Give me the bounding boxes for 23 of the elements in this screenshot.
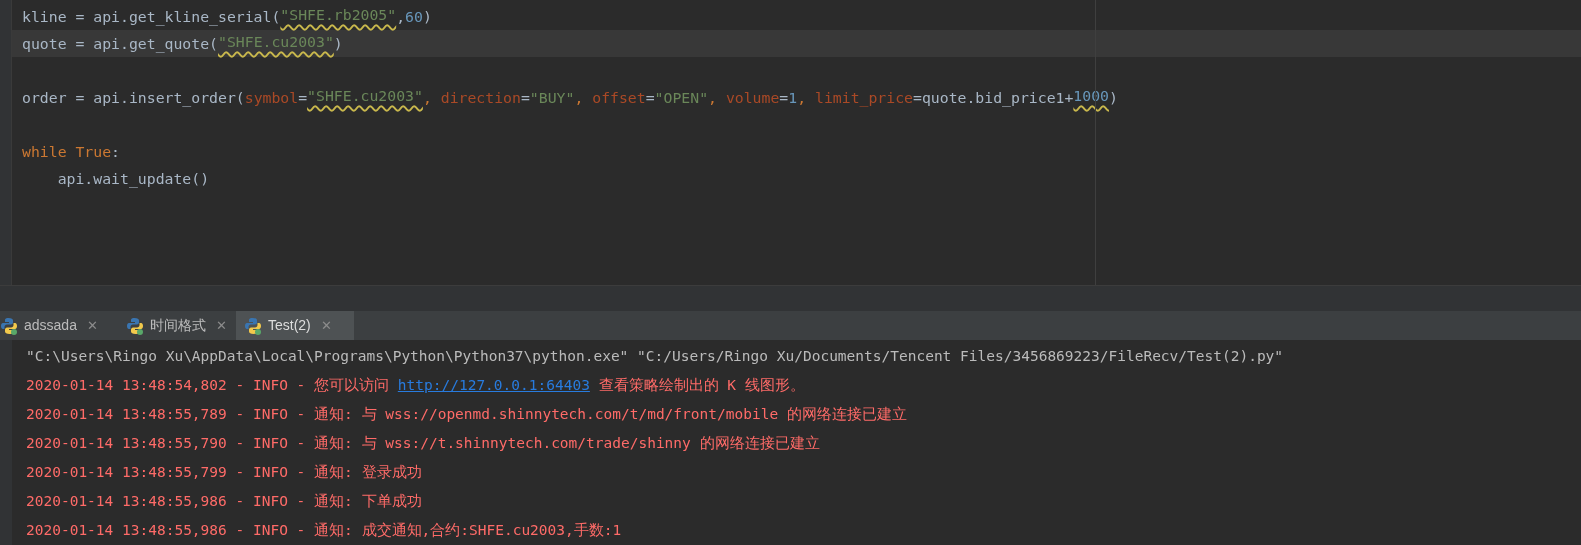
console-line: 2020-01-14 13:48:55,790 - INFO - 通知: 与 wss://t.shinnytech.com/trade/shinny 的网络连接已建立 (26, 434, 821, 453)
console-line: 2020-01-14 13:48:55,799 - INFO - 通知: 登录成功 (26, 463, 423, 482)
python-icon (244, 316, 262, 335)
code-line: api.wait_update() (56, 170, 210, 187)
console-line: 2020-01-14 13:48:55,986 - INFO - 通知: 成交通知,合约:SHFE.cu2003,手数:1 (26, 521, 623, 540)
code-line: kline = api.get_kline_serial("SHFE.rb2005",60) (22, 8, 432, 25)
code-editor[interactable] (0, 0, 1581, 285)
code-line: quote = api.get_quote("SHFE.cu2003") (22, 35, 343, 52)
python-icon (126, 316, 144, 335)
code-line: while True: (22, 143, 120, 160)
console-line: "C:\Users\Ringo Xu\AppData\Local\Programs\Python\Python37\python.exe" "C:/Users/Ringo Xu/Documents/Tencent Files/3456869223/FileRecv/Test(2).py" (26, 347, 1285, 366)
run-tab[interactable]: adssada ✕ (0, 311, 118, 340)
console-line: 2020-01-14 13:48:55,789 - INFO - 通知: 与 wss://openmd.shinnytech.com/t/md/front/mobile 的网络连接已建立 (26, 405, 908, 424)
close-icon[interactable]: ✕ (86, 315, 98, 336)
code-line: order = api.insert_order(symbol="SHFE.cu2003", direction="BUY", offset="OPEN", volume=1, limit_price=quote.bid_price1+1000) (22, 89, 1118, 106)
url-link[interactable]: http://127.0.0.1:64403 (397, 377, 590, 393)
console-line: 2020-01-14 13:48:55,986 - INFO - 通知: 下单成功 (26, 492, 423, 511)
python-icon (0, 316, 18, 335)
close-icon[interactable]: ✕ (216, 315, 227, 336)
console-line: 2020-01-14 13:48:54,802 - INFO - 您可以访问 http://127.0.0.1:64403 查看策略绘制出的 K 线图形。 (26, 376, 806, 395)
run-tab[interactable]: Test(2) ✕ (236, 311, 354, 340)
run-tab[interactable]: 时间格式 ✕ (118, 311, 236, 340)
close-icon[interactable]: ✕ (320, 315, 332, 336)
